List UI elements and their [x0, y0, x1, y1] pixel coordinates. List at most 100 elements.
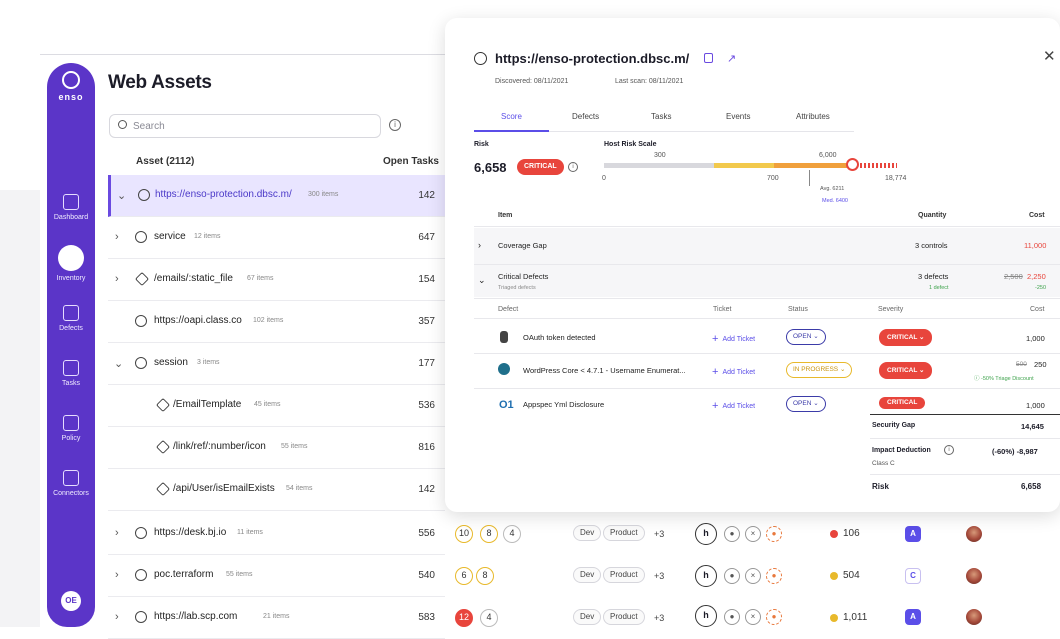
tag-chip[interactable]: Product [603, 567, 645, 583]
tag-chip[interactable]: Product [603, 525, 645, 541]
table-row[interactable]: › service 12 items 647 [108, 217, 445, 259]
user-avatar[interactable]: OE [61, 591, 81, 611]
asset-name[interactable]: service [154, 231, 186, 242]
external-link-icon[interactable]: ↗ [727, 52, 736, 65]
host-icon[interactable]: h [695, 605, 717, 627]
tab-score[interactable]: Score [501, 112, 522, 121]
close-circle-icon[interactable]: × [745, 568, 761, 584]
shield-icon[interactable]: ● [724, 526, 740, 542]
chevron-down-icon[interactable]: ⌄ [478, 275, 486, 286]
owner-avatar[interactable] [966, 568, 982, 584]
task-count-ring[interactable]: 4 [480, 609, 498, 627]
nav-policy[interactable]: Policy [47, 415, 95, 442]
tag-chip[interactable]: Dev [573, 609, 602, 625]
table-row[interactable]: /EmailTemplate 45 items 536 [108, 385, 445, 427]
chevron-right-icon[interactable]: › [115, 611, 119, 623]
task-count-ring[interactable]: 4 [503, 525, 521, 543]
host-icon[interactable]: h [695, 523, 717, 545]
shield-icon[interactable]: ● [724, 568, 740, 584]
tab-defects[interactable]: Defects [572, 112, 599, 121]
asset-name[interactable]: /EmailTemplate [173, 399, 241, 410]
table-row[interactable]: › https://lab.scp.com 21 items 583 [108, 597, 445, 639]
open-tasks-count: 556 [418, 528, 435, 539]
shield-icon[interactable]: ● [724, 609, 740, 625]
info-icon[interactable]: i [944, 445, 954, 455]
table-row[interactable]: ⌄ https://enso-protection.dbsc.m/ 300 it… [108, 175, 445, 217]
owner-avatar[interactable] [966, 526, 982, 542]
defect-name[interactable]: OAuth token detected [523, 333, 596, 342]
table-row[interactable]: › /emails/:static_file 67 items 154 [108, 259, 445, 301]
chevron-right-icon[interactable]: › [115, 231, 119, 243]
chevron-down-icon[interactable]: ⌄ [117, 189, 126, 202]
close-icon[interactable]: ✕ [1043, 47, 1056, 65]
info-icon[interactable]: i [568, 162, 578, 172]
chevron-right-icon[interactable]: › [115, 569, 119, 581]
search-input[interactable]: Search [109, 114, 381, 138]
severity-dropdown[interactable]: CRITICAL [879, 397, 926, 409]
owner-avatar[interactable] [966, 609, 982, 625]
severity-dropdown[interactable]: CRITICAL ⌄ [879, 362, 933, 379]
table-row[interactable]: /api/User/isEmailExists 54 items 142 [108, 469, 445, 511]
defect-name[interactable]: WordPress Core < 4.7.1 - Username Enumer… [523, 366, 686, 375]
nav-connectors[interactable]: Connectors [47, 470, 95, 497]
table-row[interactable]: ⌄ session 3 items 177 [108, 343, 445, 385]
more-tags[interactable]: +3 [654, 571, 664, 581]
more-tags[interactable]: +3 [654, 529, 664, 539]
more-tags[interactable]: +3 [654, 613, 664, 623]
table-row[interactable]: https://oapi.class.co 102 items 357 [108, 301, 445, 343]
chevron-right-icon[interactable]: › [115, 527, 119, 539]
column-header-asset[interactable]: Asset (2112) [136, 156, 194, 167]
add-ticket-button[interactable]: + Add Ticket [712, 399, 755, 412]
nav-label: Policy [61, 435, 81, 442]
alert-icon[interactable]: ● [766, 609, 782, 625]
asset-name[interactable]: /api/User/isEmailExists [173, 483, 275, 494]
status-dropdown[interactable]: IN PROGRESS ⌄ [786, 362, 853, 378]
coverage-gap-row[interactable] [474, 228, 1060, 264]
status-dropdown[interactable]: OPEN ⌄ [786, 329, 826, 345]
defect-name[interactable]: Appspec Yml Disclosure [523, 400, 604, 409]
brand-logo[interactable]: enso [47, 71, 95, 102]
host-icon[interactable]: h [695, 565, 717, 587]
asset-name[interactable]: https://oapi.class.co [154, 315, 242, 326]
table-row[interactable]: /link/ref/:number/icon 55 items 816 [108, 427, 445, 469]
asset-name[interactable]: /link/ref/:number/icon [173, 441, 266, 452]
nav-inventory[interactable]: Inventory [47, 245, 95, 282]
nav-dashboard[interactable]: Dashboard [47, 194, 95, 221]
asset-name[interactable]: /emails/:static_file [154, 273, 233, 284]
asset-name[interactable]: https://lab.scp.com [154, 611, 237, 622]
nav-defects[interactable]: Defects [47, 305, 95, 332]
asset-name[interactable]: https://enso-protection.dbsc.m/ [155, 189, 292, 200]
critical-defects-row[interactable] [474, 265, 1060, 297]
task-count-ring[interactable]: 10 [455, 525, 473, 543]
tag-chip[interactable]: Dev [573, 567, 602, 583]
task-count-ring[interactable]: 8 [476, 567, 494, 585]
tab-tasks[interactable]: Tasks [651, 112, 671, 121]
alert-icon[interactable]: ● [766, 526, 782, 542]
tag-chip[interactable]: Product [603, 609, 645, 625]
chevron-down-icon[interactable]: ⌄ [114, 357, 123, 370]
task-count-ring[interactable]: 12 [455, 609, 473, 627]
close-circle-icon[interactable]: × [745, 526, 761, 542]
task-count-ring[interactable]: 6 [455, 567, 473, 585]
tag-chip[interactable]: Dev [573, 525, 602, 541]
alert-icon[interactable]: ● [766, 568, 782, 584]
close-circle-icon[interactable]: × [745, 609, 761, 625]
task-count-ring[interactable]: 8 [480, 525, 498, 543]
status-dropdown[interactable]: OPEN ⌄ [786, 396, 826, 412]
table-row[interactable]: › https://desk.bj.io 11 items 556 [108, 513, 445, 555]
add-ticket-button[interactable]: + Add Ticket [712, 332, 755, 345]
chevron-right-icon[interactable]: › [478, 240, 481, 250]
tab-attributes[interactable]: Attributes [796, 112, 830, 121]
severity-dropdown[interactable]: CRITICAL ⌄ [879, 329, 933, 346]
copy-icon[interactable] [704, 53, 713, 63]
info-icon[interactable]: i [389, 119, 401, 131]
nav-tasks[interactable]: Tasks [47, 360, 95, 387]
asset-name[interactable]: https://desk.bj.io [154, 527, 226, 538]
table-row[interactable]: › poc.terraform 55 items 540 [108, 555, 445, 597]
tab-events[interactable]: Events [726, 112, 750, 121]
chevron-right-icon[interactable]: › [115, 273, 119, 285]
column-header-open-tasks[interactable]: Open Tasks [383, 156, 439, 167]
add-ticket-button[interactable]: + Add Ticket [712, 365, 755, 378]
asset-name[interactable]: poc.terraform [154, 569, 213, 580]
asset-name[interactable]: session [154, 357, 188, 368]
